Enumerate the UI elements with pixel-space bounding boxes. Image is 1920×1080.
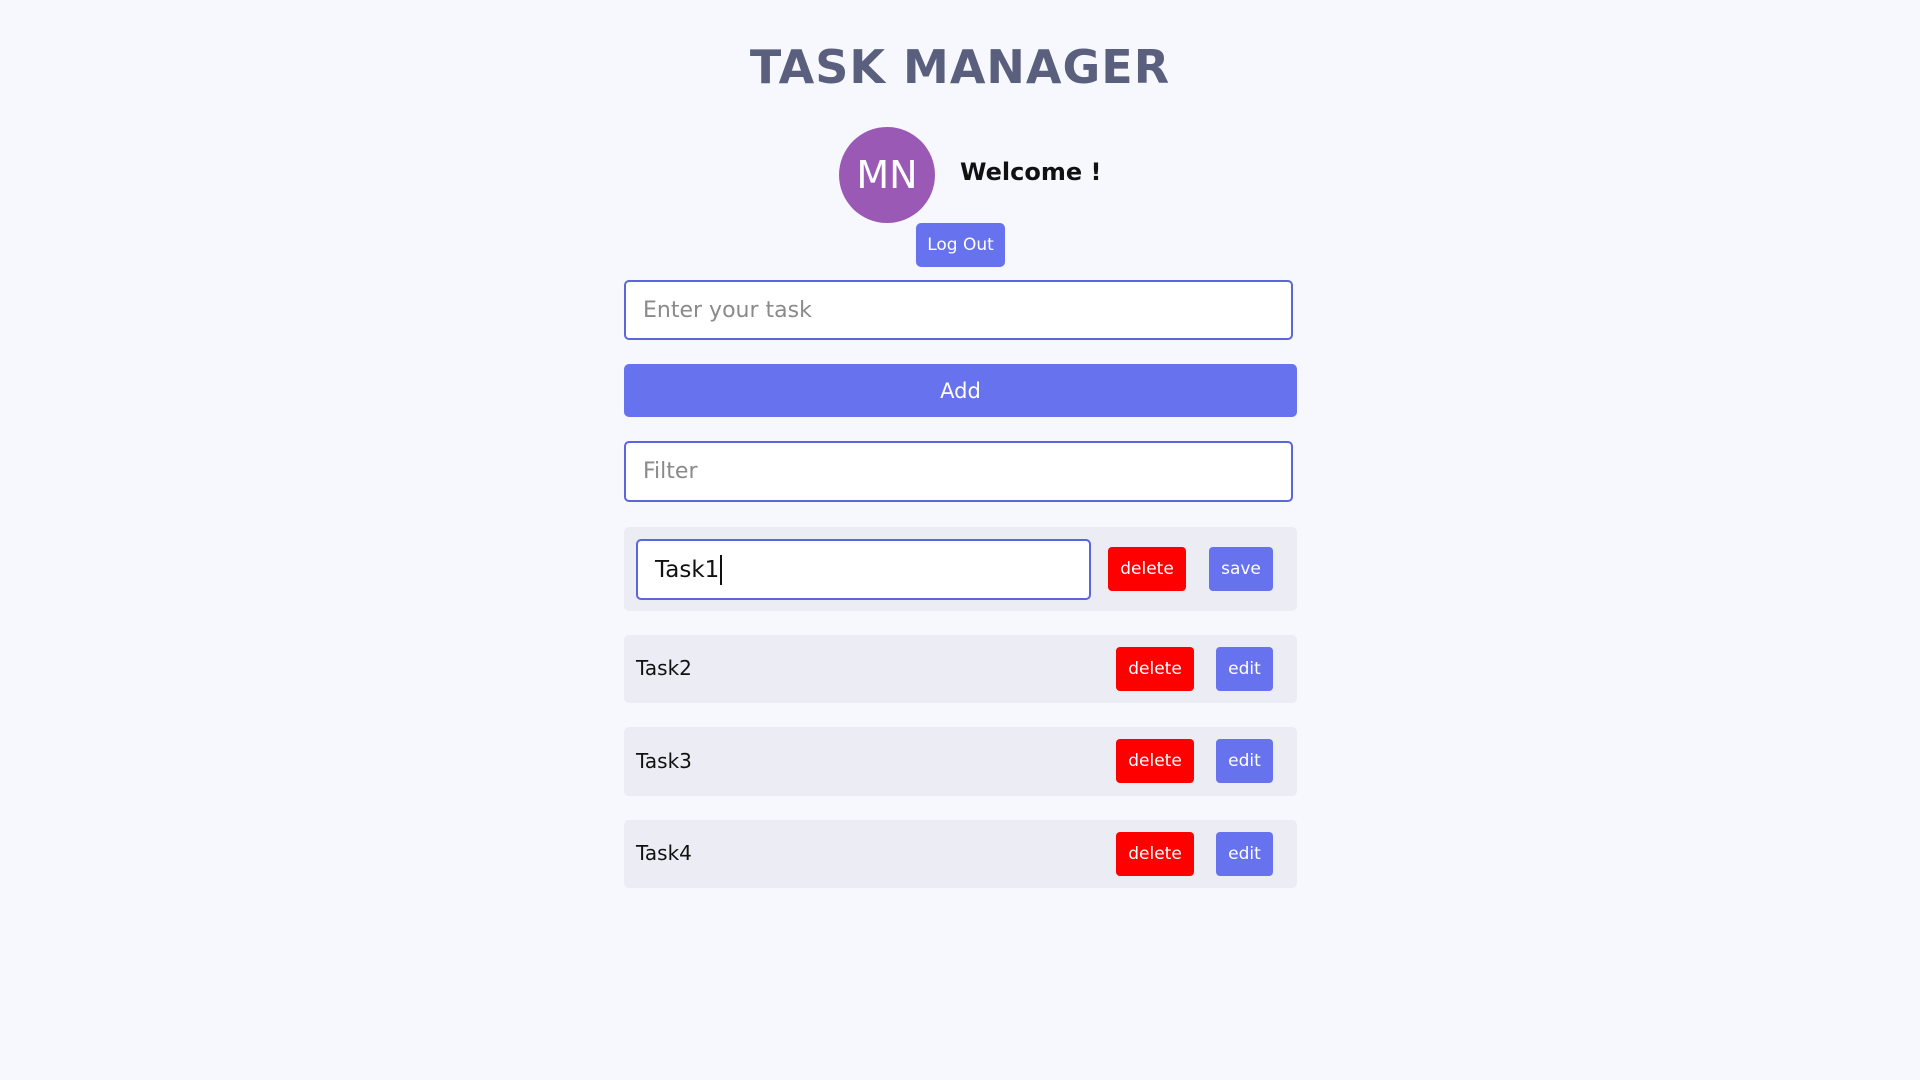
add-task-button[interactable]: Add <box>624 364 1297 417</box>
task-label: Task4 <box>636 841 692 865</box>
edit-task-button[interactable]: edit <box>1216 647 1273 691</box>
delete-task-button[interactable]: delete <box>1116 647 1194 691</box>
task-label: Task2 <box>636 656 692 680</box>
edit-task-button[interactable]: edit <box>1216 832 1273 876</box>
task-input[interactable] <box>624 280 1293 340</box>
delete-task-button[interactable]: delete <box>1116 832 1194 876</box>
task-item: Task1 delete save <box>624 527 1297 611</box>
edit-task-button[interactable]: edit <box>1216 739 1273 783</box>
page-title: TASK MANAGER <box>749 40 1171 94</box>
task-label: Task3 <box>636 749 692 773</box>
task-edit-field[interactable]: Task1 <box>636 539 1091 600</box>
task-item: Task3 delete edit <box>624 727 1297 796</box>
task-edit-value: Task1 <box>655 556 720 583</box>
task-manager-app: TASK MANAGER MN Welcome ! Log Out Add Ta… <box>0 0 1920 1080</box>
avatar: MN <box>839 127 935 223</box>
welcome-text: Welcome ! <box>960 158 1102 186</box>
logout-button[interactable]: Log Out <box>916 223 1005 267</box>
task-item: Task2 delete edit <box>624 635 1297 703</box>
delete-task-button[interactable]: delete <box>1108 547 1186 591</box>
delete-task-button[interactable]: delete <box>1116 739 1194 783</box>
text-caret <box>720 554 723 585</box>
task-item: Task4 delete edit <box>624 820 1297 888</box>
save-task-button[interactable]: save <box>1209 547 1273 591</box>
filter-input[interactable] <box>624 441 1293 502</box>
